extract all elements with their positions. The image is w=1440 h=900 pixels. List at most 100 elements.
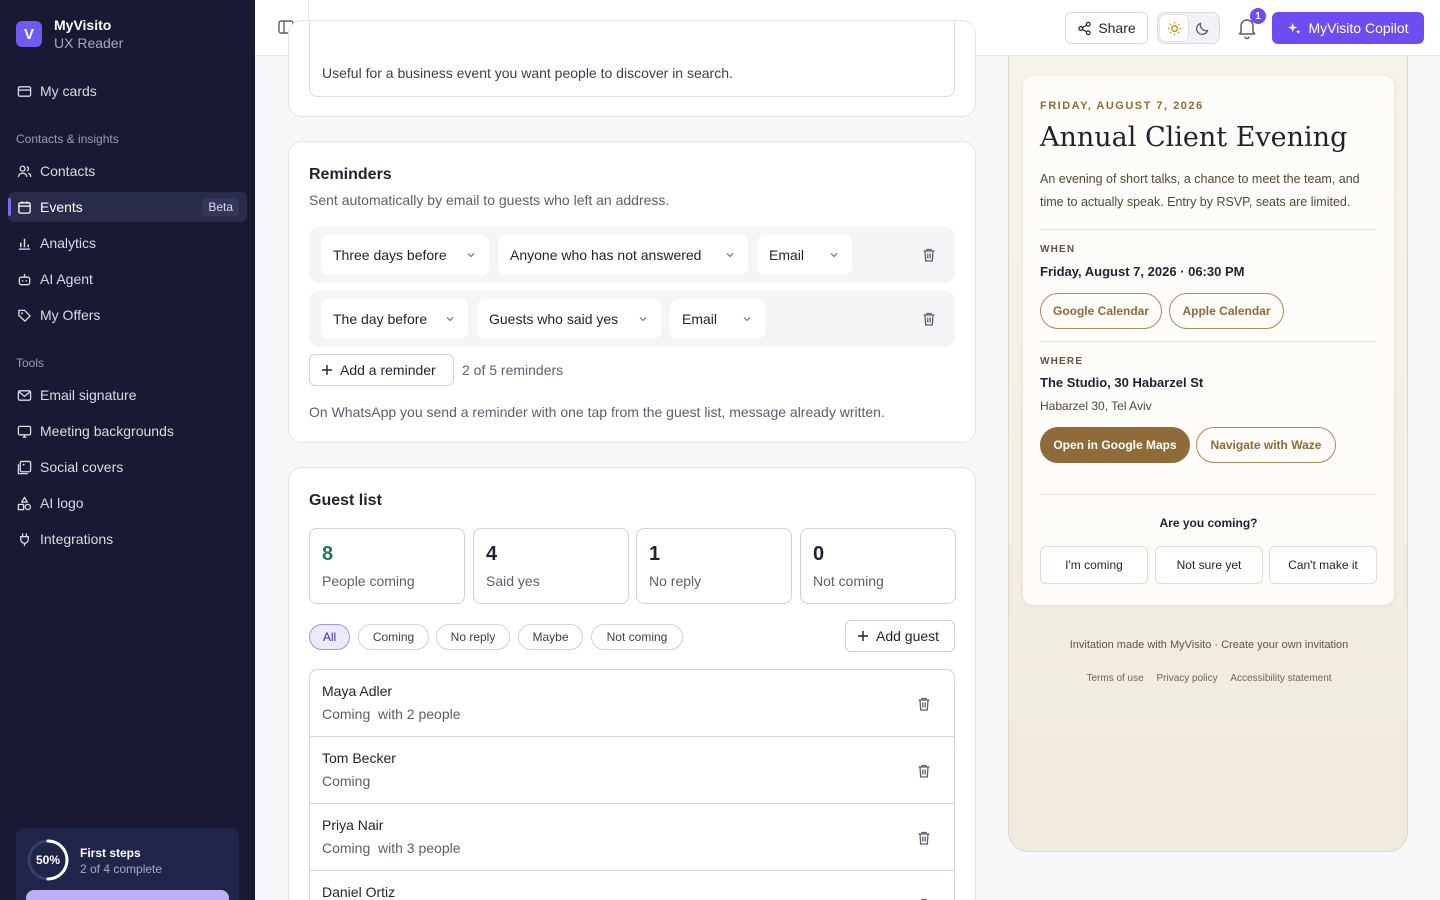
rsvp-not-sure-button[interactable]: Not sure yet	[1155, 546, 1263, 584]
guest-row[interactable]: Daniel Ortiz	[310, 871, 954, 900]
trash-icon[interactable]	[916, 830, 932, 846]
invitation-footer[interactable]: Invitation made with MyVisito · Create y…	[1009, 639, 1409, 651]
sidebar-item-label: Analytics	[40, 235, 97, 251]
chevron-down-icon	[446, 317, 454, 322]
card-icon	[16, 83, 32, 99]
privacy-link[interactable]: Privacy policy	[1156, 673, 1217, 684]
filter-chip-maybe[interactable]: Maybe	[518, 624, 583, 650]
navigate-waze-button[interactable]: Navigate with Waze	[1196, 427, 1336, 463]
share-button[interactable]: Share	[1065, 12, 1148, 44]
progress-percent: 50%	[35, 853, 61, 867]
divider	[1040, 229, 1377, 230]
reminder-row: The day before Guests who said yes Email	[309, 291, 955, 347]
progress-sub: 2 of 4 complete	[80, 862, 163, 876]
reminder-timing-select[interactable]: The day before	[321, 299, 468, 339]
trash-icon[interactable]	[916, 696, 932, 712]
chevron-down-icon	[743, 317, 751, 322]
guest-list-card: Guest list 8 People coming 4 Said yes 1 …	[288, 467, 976, 900]
select-value: The day before	[333, 311, 428, 327]
where-value: The Studio, 30 Habarzel St	[1040, 375, 1204, 390]
invitation-date: FRIDAY, AUGUST 7, 2026	[1040, 100, 1204, 112]
terms-link[interactable]: Terms of use	[1086, 673, 1143, 684]
apple-calendar-button[interactable]: Apple Calendar	[1169, 293, 1284, 329]
stat-label: Not coming	[813, 573, 884, 589]
progress-title: First steps	[80, 846, 141, 860]
sidebar-item-label: AI logo	[40, 495, 84, 511]
sidebar-item-label: My Offers	[40, 307, 101, 323]
rsvp-cant-make-it-button[interactable]: Can't make it	[1269, 546, 1377, 584]
stat-label: People coming	[322, 573, 415, 589]
chevron-down-icon	[467, 253, 475, 258]
trash-icon[interactable]	[916, 763, 932, 779]
open-google-maps-button[interactable]: Open in Google Maps	[1040, 427, 1190, 463]
dark-mode-option[interactable]	[1188, 15, 1216, 41]
accessibility-link[interactable]: Accessibility statement	[1230, 673, 1331, 684]
filter-chip-no-reply[interactable]: No reply	[436, 624, 510, 650]
first-steps-card[interactable]: 50% First steps 2 of 4 complete	[16, 828, 239, 900]
sidebar-item-label: Email signature	[40, 387, 137, 403]
invitation-description: An evening of short talks, a chance to m…	[1040, 172, 1360, 209]
divider	[1040, 494, 1377, 495]
reminder-channel-select[interactable]: Email	[757, 235, 852, 275]
when-label: WHEN	[1040, 244, 1076, 255]
google-calendar-button[interactable]: Google Calendar	[1040, 293, 1162, 329]
monitor-icon	[16, 423, 32, 439]
listing-option[interactable]: Useful for a business event you want peo…	[309, 21, 955, 97]
stat-people-coming: 8 People coming	[309, 528, 465, 604]
copilot-button[interactable]: MyVisito Copilot	[1272, 12, 1424, 44]
add-guest-button[interactable]: Add guest	[845, 620, 955, 652]
sidebar-item-meeting-backgrounds[interactable]: Meeting backgrounds	[8, 416, 247, 446]
sidebar-item-events[interactable]: Events Beta	[8, 192, 247, 222]
add-guest-label: Add guest	[876, 628, 940, 644]
reminder-audience-select[interactable]: Guests who said yes	[477, 299, 661, 339]
guest-row[interactable]: Priya Nair Coming with 3 people	[310, 804, 954, 871]
sidebar-item-label: Events	[40, 199, 83, 215]
guest-row[interactable]: Tom Becker Coming	[310, 737, 954, 804]
filter-chip-all[interactable]: All	[309, 624, 350, 650]
when-value: Friday, August 7, 2026 · 06:30 PM	[1040, 264, 1245, 279]
add-reminder-button[interactable]: Add a reminder	[309, 354, 454, 386]
plus-icon	[858, 631, 868, 641]
rsvp-question: Are you coming?	[1159, 516, 1258, 530]
select-value: Email	[769, 247, 805, 263]
sidebar-item-integrations[interactable]: Integrations	[8, 524, 247, 554]
calendar-icon	[16, 199, 32, 215]
guest-name: Priya Nair	[322, 817, 384, 833]
theme-toggle[interactable]	[1157, 12, 1220, 44]
sidebar-item-ai-agent[interactable]: AI Agent	[8, 264, 247, 294]
progress-continue-button[interactable]	[26, 890, 229, 900]
sidebar-item-my-offers[interactable]: My Offers	[8, 300, 247, 330]
notification-count-badge: 1	[1250, 8, 1266, 24]
sidebar-item-my-cards[interactable]: My cards	[8, 76, 247, 106]
brand[interactable]: V MyVisito UX Reader	[16, 16, 123, 52]
sidebar-item-analytics[interactable]: Analytics	[8, 228, 247, 258]
stat-value: 1	[649, 543, 661, 565]
shapes-icon	[16, 495, 32, 511]
trash-icon[interactable]	[921, 247, 937, 263]
guest-row[interactable]: Maya Adler Coming with 2 people	[310, 670, 954, 737]
reminders-sub: Sent automatically by email to guests wh…	[309, 192, 670, 208]
sidebar-item-social-covers[interactable]: Social covers	[8, 452, 247, 482]
light-mode-option[interactable]	[1160, 15, 1188, 41]
sidebar-item-ai-logo[interactable]: AI logo	[8, 488, 247, 518]
chevron-down-icon	[726, 253, 734, 258]
chevron-down-icon	[639, 317, 647, 322]
guest-status: Coming with 3 people	[322, 840, 461, 856]
reminder-audience-select[interactable]: Anyone who has not answered	[498, 235, 748, 275]
chevron-down-icon	[830, 253, 838, 258]
reminder-timing-select[interactable]: Three days before	[321, 235, 489, 275]
stat-not-coming: 0 Not coming	[800, 528, 956, 604]
sidebar-item-email-signature[interactable]: Email signature	[8, 380, 247, 410]
reminder-channel-select[interactable]: Email	[670, 299, 765, 339]
trash-icon[interactable]	[921, 311, 937, 327]
rsvp-coming-button[interactable]: I'm coming	[1040, 546, 1148, 584]
select-value: Email	[682, 311, 718, 327]
guest-status: Coming with 2 people	[322, 706, 461, 722]
guest-name: Maya Adler	[322, 683, 393, 699]
filter-chip-not-coming[interactable]: Not coming	[591, 624, 683, 650]
filter-chip-coming[interactable]: Coming	[358, 624, 429, 650]
image-icon	[16, 459, 32, 475]
sidebar-item-contacts[interactable]: Contacts	[8, 156, 247, 186]
stat-said-yes: 4 Said yes	[473, 528, 629, 604]
sidebar-item-label: Integrations	[40, 531, 114, 547]
